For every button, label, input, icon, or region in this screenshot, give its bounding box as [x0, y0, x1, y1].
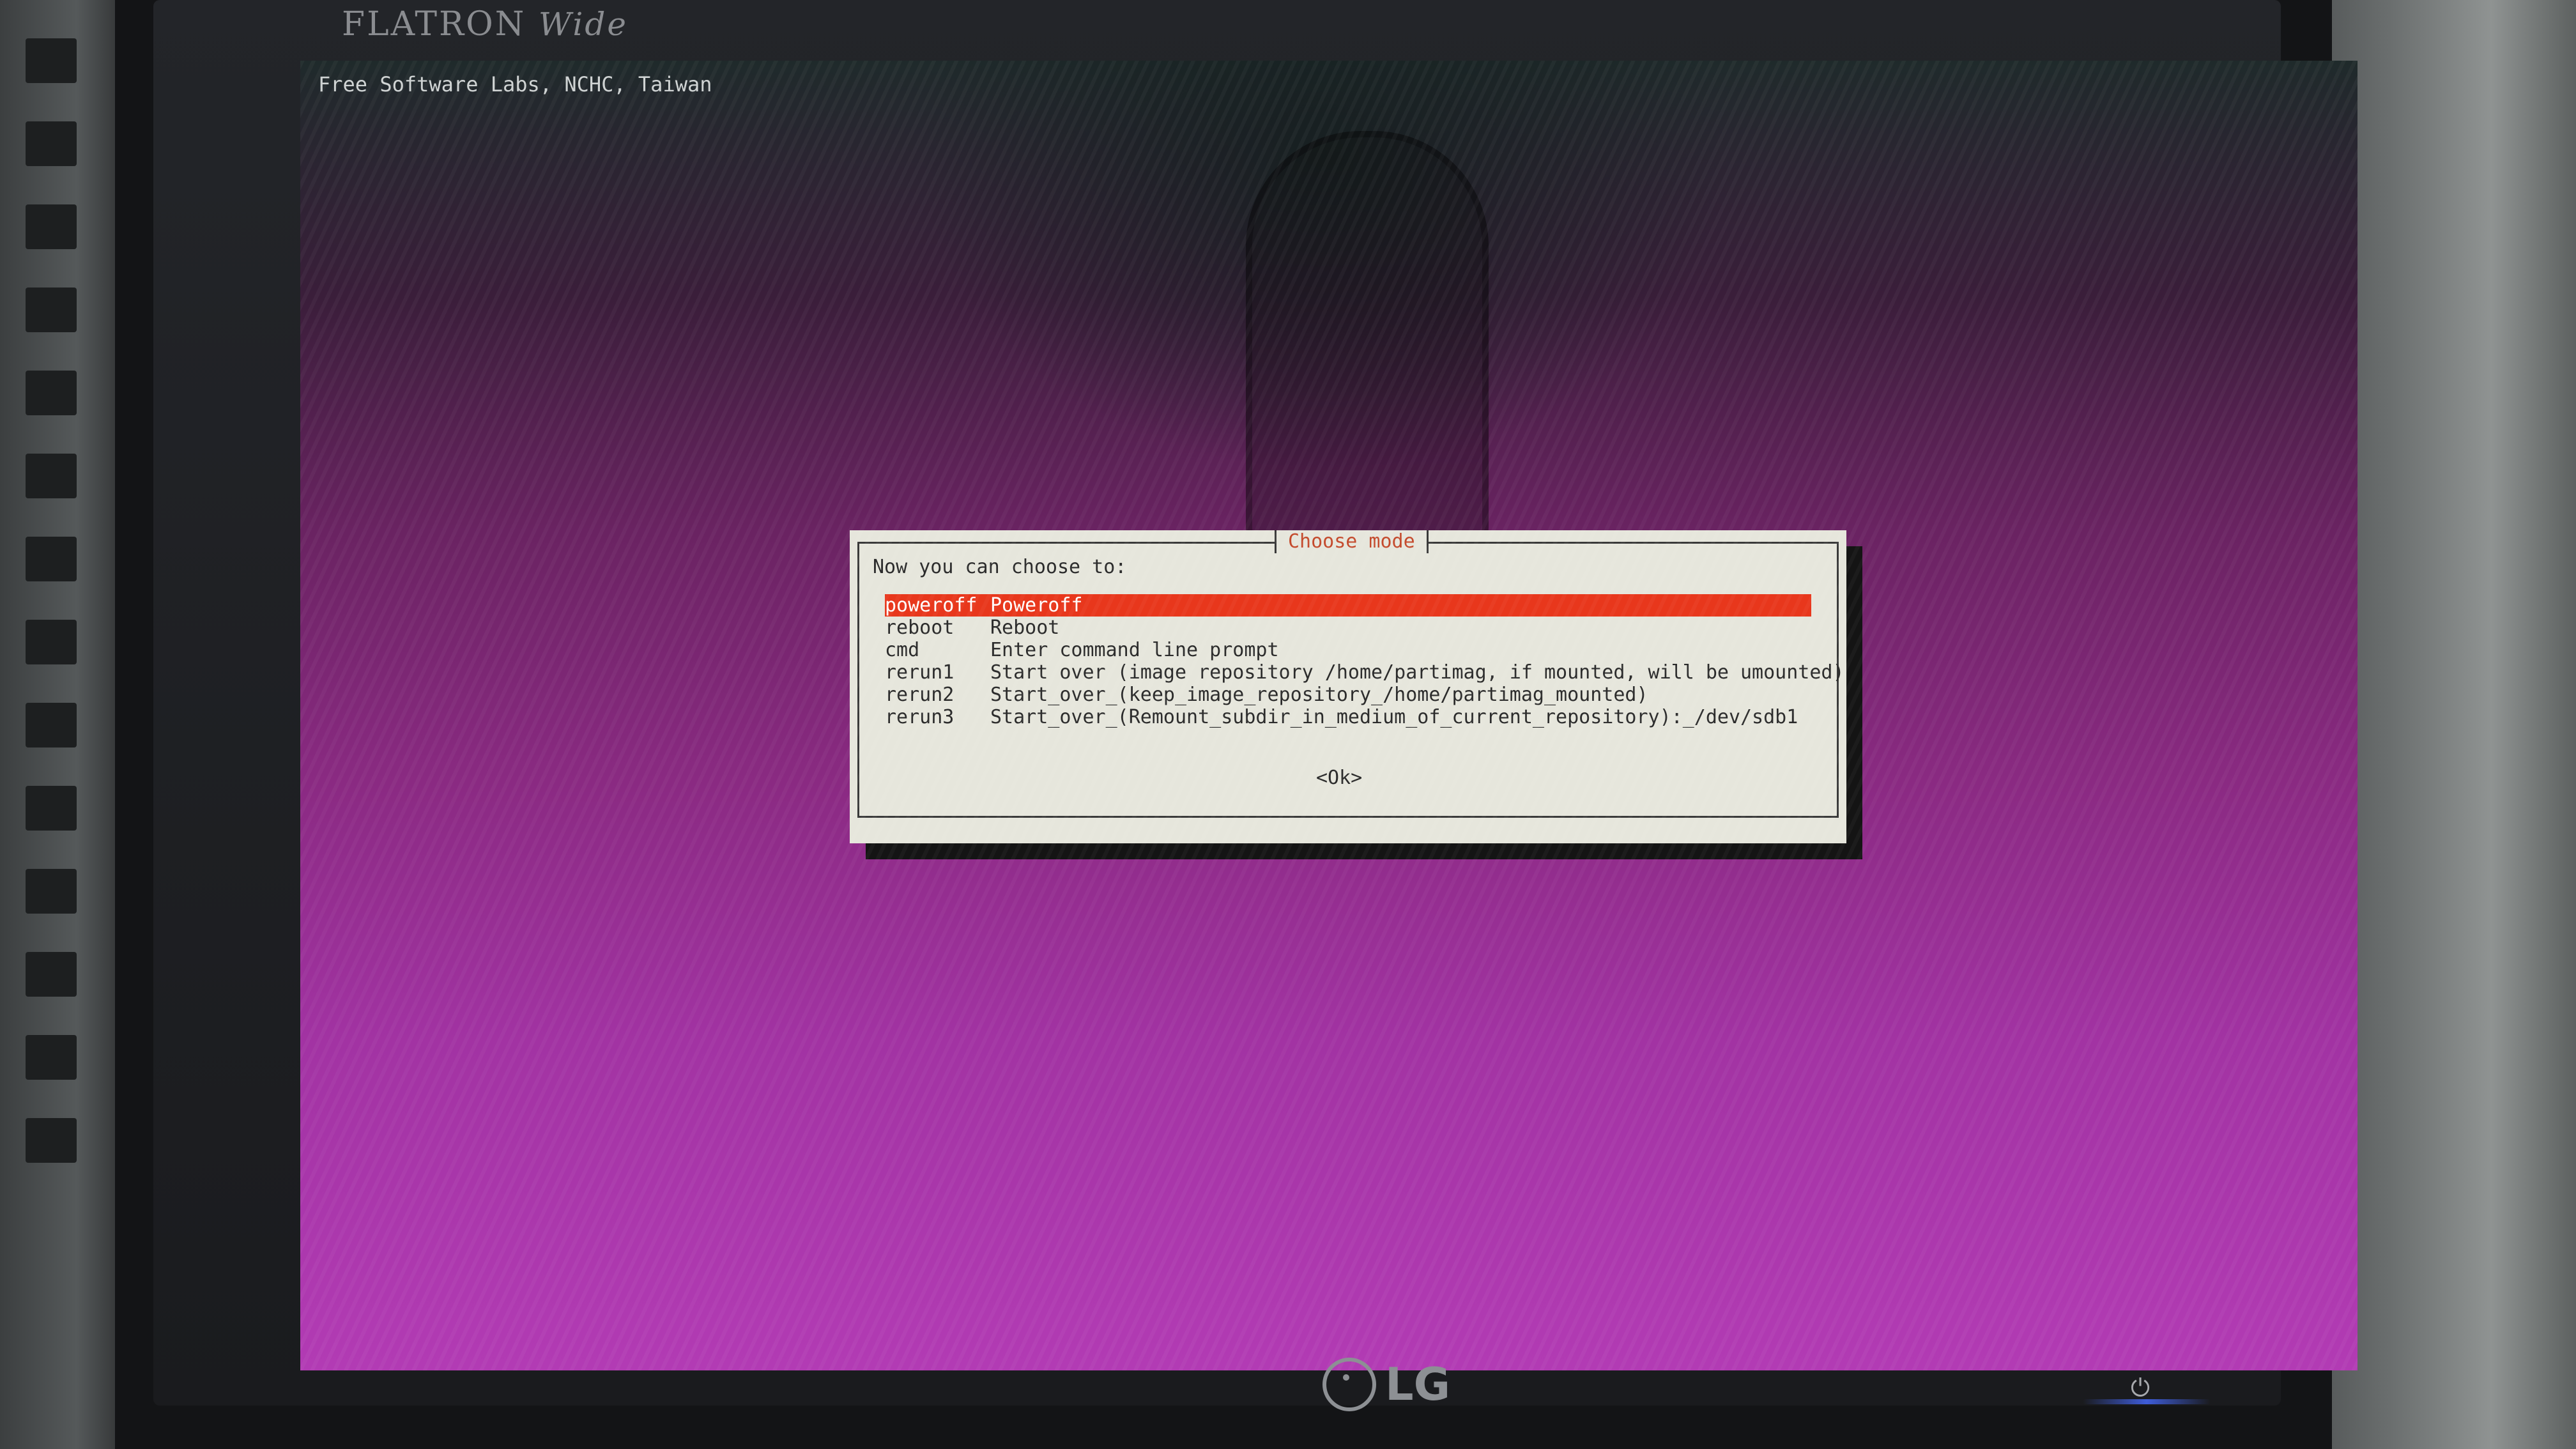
power-icon[interactable]: ⏻ — [2131, 1374, 2150, 1402]
ok-button[interactable]: <Ok> — [1316, 767, 1362, 789]
background-wall-left — [0, 0, 128, 1449]
menu-item-rerun1[interactable]: rerun1 Start over (image repository /hom… — [885, 661, 1844, 684]
dialog-title: Choose mode — [1275, 530, 1429, 553]
monitor: FLATRON Wide Free Software Labs, NCHC, T… — [115, 0, 2358, 1449]
shelf-slot — [26, 620, 77, 664]
screen-reflection — [1246, 131, 1489, 553]
shelf-slot — [26, 869, 77, 914]
top-banner: Free Software Labs, NCHC, Taiwan — [318, 72, 712, 96]
shelf-slot — [26, 454, 77, 498]
shelf-slot — [26, 371, 77, 415]
shelf-slot — [26, 38, 77, 83]
lg-logo-icon — [1322, 1358, 1376, 1411]
menu-item-key: cmd — [885, 639, 920, 661]
menu-item-cmd[interactable]: cmd Enter command line prompt — [885, 639, 1811, 661]
shelf-slot — [26, 786, 77, 831]
brand-suffix: Wide — [538, 6, 628, 43]
menu-item-key: rerun1 — [885, 661, 954, 684]
menu-item-description: Poweroff — [990, 594, 1083, 617]
menu-item-key: reboot — [885, 617, 954, 639]
shelf-slot — [26, 1035, 77, 1080]
shelf-slot — [26, 121, 77, 166]
choose-mode-dialog: Choose mode Now you can choose to: power… — [850, 530, 1846, 843]
brand-name: FLATRON — [342, 5, 526, 43]
dialog-prompt: Now you can choose to: — [873, 556, 1127, 578]
shelf-slot — [26, 537, 77, 581]
brand-logo-flatron: FLATRON Wide — [342, 5, 628, 43]
menu-item-description: Enter command line prompt — [990, 639, 1279, 661]
shelf-slot — [26, 204, 77, 249]
screen: Free Software Labs, NCHC, Taiwan Choose … — [300, 61, 2358, 1370]
menu-item-description: Start_over_(keep_image_repository_/home/… — [990, 684, 1648, 706]
shelf-slot — [26, 1118, 77, 1163]
lg-brand-text: LG — [1385, 1358, 1451, 1411]
menu-item-key: rerun3 — [885, 706, 954, 728]
menu-item-rerun3[interactable]: rerun3 Start_over_(Remount_subdir_in_med… — [885, 706, 1811, 728]
power-led — [2083, 1399, 2211, 1404]
shelf-slot — [26, 952, 77, 997]
menu-item-rerun2[interactable]: rerun2 Start_over_(keep_image_repository… — [885, 684, 1811, 706]
menu-item-description: Start over (image repository /home/parti… — [990, 661, 1844, 684]
mode-menu: poweroff Poweroff reboot Reboot cmd Ente… — [885, 594, 1844, 728]
menu-item-description: Reboot — [990, 617, 1060, 639]
menu-item-description: Start_over_(Remount_subdir_in_medium_of_… — [990, 706, 1798, 728]
menu-item-key: rerun2 — [885, 684, 954, 706]
menu-item-key: poweroff — [885, 594, 977, 617]
shelf-slot — [26, 288, 77, 332]
brand-logo-lg: LG — [1322, 1358, 1450, 1411]
menu-item-poweroff[interactable]: poweroff Poweroff — [885, 594, 1811, 617]
shelf-slot — [26, 703, 77, 747]
menu-item-reboot[interactable]: reboot Reboot — [885, 617, 1811, 639]
